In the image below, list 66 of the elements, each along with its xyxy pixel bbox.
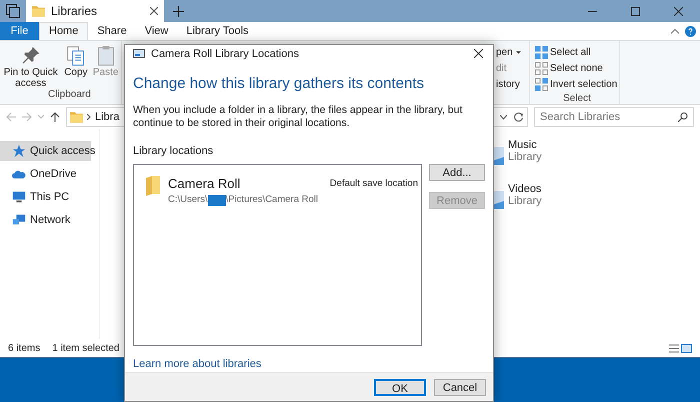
monitor-icon	[12, 190, 26, 204]
group-label: Clipboard	[48, 89, 91, 102]
folder-icon	[146, 176, 160, 196]
ribbon-button[interactable]: Pin to Quick access	[2, 45, 60, 89]
nav-item[interactable]: Network	[0, 210, 91, 230]
library-type: Library	[508, 195, 542, 207]
search-field[interactable]: Search Libraries	[534, 107, 694, 127]
close-icon[interactable]	[474, 49, 483, 58]
select-all-icon	[535, 46, 548, 59]
item-count: 6 items	[8, 342, 40, 356]
close-icon[interactable]	[674, 6, 683, 16]
ribbon-button[interactable]: Copy	[62, 45, 90, 89]
new-tab-icon[interactable]	[173, 6, 184, 16]
dialog-button[interactable]: OK	[374, 378, 426, 396]
ribbon-button[interactable]: Select all	[535, 46, 591, 59]
location-note: Default save location	[330, 176, 418, 191]
ribbon-tab[interactable]: Home	[39, 22, 88, 40]
selection-count: 1 item selected	[52, 342, 120, 356]
nav-item[interactable]: This PC	[0, 187, 91, 207]
maximize-icon[interactable]	[631, 6, 640, 16]
file-tab[interactable]: File	[0, 22, 39, 40]
address-text: Libra	[95, 110, 120, 125]
group-label: Select	[562, 92, 592, 104]
location-name: Camera Roll	[168, 174, 242, 193]
dialog-title: Camera Roll Library Locations	[151, 46, 300, 62]
location-path: C:\Users\	[168, 193, 208, 208]
window-tab[interactable]: Libraries	[26, 0, 164, 22]
refresh-icon[interactable]	[514, 112, 524, 122]
library-folder-icon	[32, 5, 45, 17]
invert-selection-icon	[535, 78, 548, 91]
library-type: Library	[508, 151, 542, 163]
library-folder-icon	[70, 111, 83, 123]
ribbon-tab[interactable]: Library Tools	[177, 22, 258, 40]
ribbon-tab[interactable]: Share	[88, 22, 136, 40]
clipboard-icon	[96, 45, 116, 67]
select-none-icon	[535, 62, 548, 75]
up-icon[interactable]	[50, 112, 60, 122]
description: When you include a folder in a library, the files appear in the library, but continue to be stored in their original locations.	[133, 104, 464, 130]
ribbon-button[interactable]: pen	[496, 46, 529, 59]
details-view-icon[interactable]	[669, 344, 679, 352]
ribbon-button[interactable]: Select none	[535, 62, 603, 75]
help-icon[interactable]	[685, 26, 696, 36]
copy-icon	[66, 45, 86, 67]
network-icon	[12, 213, 26, 227]
section-label: Library locations	[133, 144, 214, 160]
dialog-heading: Change how this library gathers its contents	[133, 74, 425, 94]
library-window-icon	[133, 49, 145, 58]
close-tab-icon[interactable]	[150, 7, 158, 15]
collapse-ribbon-icon[interactable]	[671, 28, 679, 34]
library-name: Music	[508, 139, 538, 151]
nav-item[interactable]: OneDrive	[0, 164, 91, 184]
caret-icon	[516, 51, 521, 54]
dropdown-icon[interactable]	[500, 114, 507, 120]
redaction-block	[208, 194, 226, 206]
task-view-icon[interactable]	[6, 4, 20, 18]
chevron-icon	[87, 114, 91, 120]
ribbon-tab[interactable]: View	[136, 22, 178, 40]
search-icon	[678, 112, 688, 122]
ribbon-button[interactable]: Invert selection	[535, 78, 618, 91]
dialog-button[interactable]: Add...	[429, 164, 485, 181]
ribbon-button[interactable]: istory	[496, 78, 529, 91]
star-icon	[12, 144, 26, 158]
large-icons-view-icon[interactable]	[681, 344, 692, 352]
learn-more-link[interactable]: Learn more about libraries	[133, 356, 485, 372]
library-name: Videos	[508, 183, 542, 195]
dialog-button[interactable]: Cancel	[434, 378, 486, 396]
